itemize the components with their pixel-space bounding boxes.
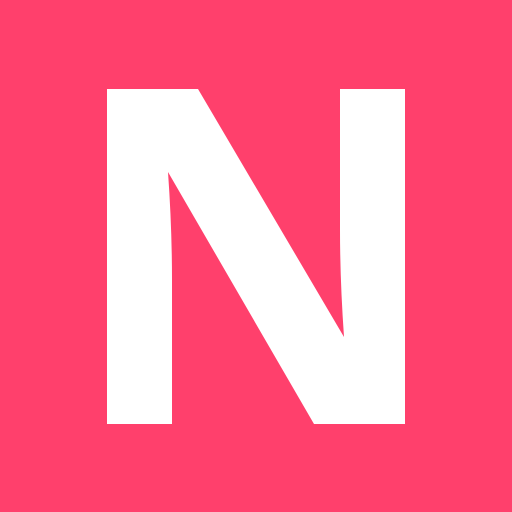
letter-n-glyph: [107, 89, 405, 424]
app-icon: [0, 0, 512, 512]
n-logo-icon: [107, 89, 405, 424]
